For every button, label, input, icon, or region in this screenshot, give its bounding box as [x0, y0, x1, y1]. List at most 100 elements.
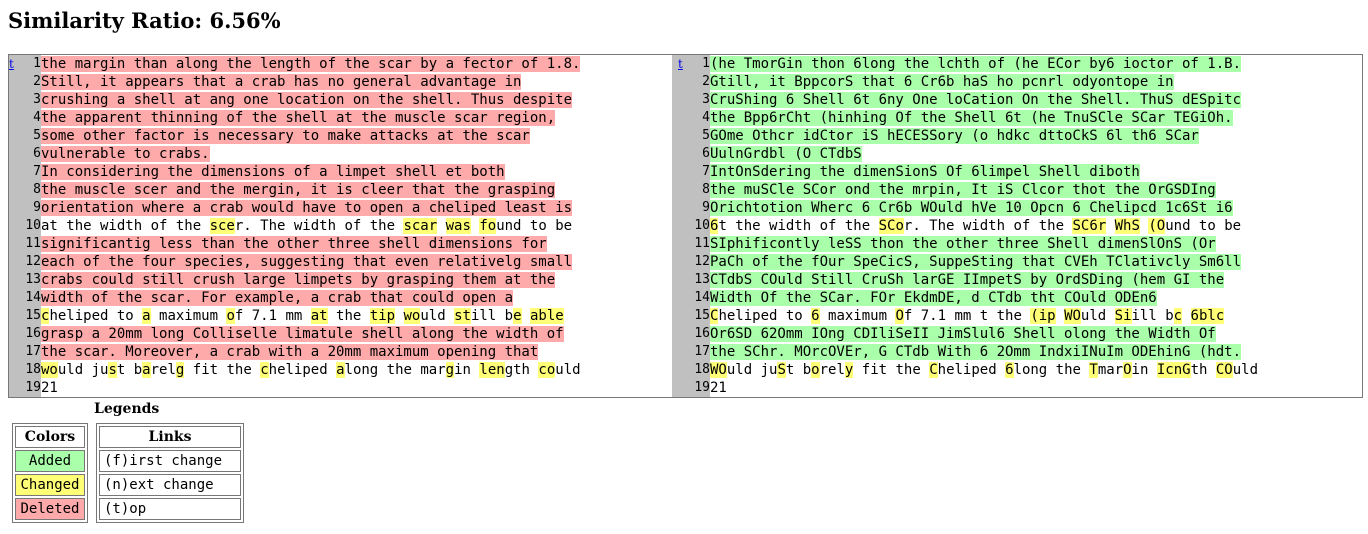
left-line-text: the scar. Moreover, a crab with a 20mm m… — [41, 343, 672, 361]
diff-segment: the SChr. MOrcOVEr, G CTdb With 6 2Omm I… — [710, 344, 1242, 360]
diff-row: 4 the apparent thinning of the shell at t… — [8, 109, 1363, 127]
diff-segment — [1106, 218, 1114, 234]
diff-segment: wo — [41, 362, 58, 378]
diff-segment: 6blc — [1190, 308, 1225, 324]
right-line-number: 19 — [692, 379, 710, 398]
right-line-number: 8 — [692, 181, 710, 199]
right-nav-cell — [678, 217, 692, 235]
left-line-text: Still, it appears that a crab has no gen… — [41, 73, 672, 91]
diff-segment: t the width of the — [718, 218, 879, 234]
diff-segment: heliped to — [718, 308, 812, 324]
diff-segment: uld — [555, 362, 581, 378]
diff-segment: mar — [1097, 362, 1124, 378]
right-line-number: 18 — [692, 361, 710, 379]
left-nav-cell — [8, 199, 23, 217]
diff-segment — [437, 218, 445, 234]
left-nav-cell — [8, 361, 23, 379]
legend-next-change: (n)ext change — [99, 474, 241, 496]
diff-segment — [522, 308, 530, 324]
diff-segment: long the — [1013, 362, 1090, 378]
diff-segment: g — [445, 362, 455, 378]
left-line-text: crushing a shell at ang one location on … — [41, 91, 672, 109]
left-line-number: 19 — [23, 379, 41, 398]
diff-segment: GOme Othcr idCtor iS hECESSory (o hdkc d… — [710, 128, 1199, 144]
right-nav-cell — [678, 325, 692, 343]
legend-top: (t)op — [99, 498, 241, 520]
diff-segment: the — [327, 308, 370, 324]
diff-segment: o — [811, 362, 820, 378]
diff-segment: und to be — [1165, 218, 1242, 234]
right-line-text: (he TmorGin thon 6long the lchth of (he … — [710, 55, 1363, 74]
diff-segment: s — [108, 362, 117, 378]
left-line-number: 4 — [23, 109, 41, 127]
diff-segment: rel — [150, 362, 176, 378]
diff-segment: (ip — [1030, 308, 1056, 324]
left-line-number: 16 — [23, 325, 41, 343]
left-nav-cell — [8, 379, 23, 398]
left-line-text: would just barelg fit the cheliped along… — [41, 361, 672, 379]
diff-segment: sce — [209, 218, 235, 234]
diff-segment: heliped to — [49, 308, 143, 324]
diff-segment: fit the — [853, 362, 930, 378]
diff-segment: Or6SD 62Omm IOng CDIliSeII JimSlul6 Shel… — [710, 326, 1216, 342]
diff-row: 5 some other factor is necessary to make … — [8, 127, 1363, 145]
diff-segment: r. The width of the — [903, 218, 1073, 234]
right-line-number: 12 — [692, 253, 710, 271]
diff-segment: CruShing 6 Shell 6t 6ny One loCation On … — [710, 92, 1242, 108]
right-top-link[interactable]: t — [678, 57, 683, 71]
diff-segment: t b — [785, 362, 812, 378]
legend-deleted: Deleted — [15, 498, 85, 520]
diff-segment: significantig less than the other three … — [41, 236, 547, 252]
right-nav-cell — [678, 307, 692, 325]
diff-segment: Still, it appears that a crab has no gen… — [41, 74, 522, 90]
left-line-number: 8 — [23, 181, 41, 199]
left-nav-cell — [8, 343, 23, 361]
diff-segment: uld — [1080, 308, 1115, 324]
diff-segment: 6 — [811, 308, 820, 324]
right-nav-cell — [678, 361, 692, 379]
left-line-number: 10 — [23, 217, 41, 235]
diff-segment: c — [260, 362, 269, 378]
right-line-text: CruShing 6 Shell 6t 6ny One loCation On … — [710, 91, 1363, 109]
left-top-link[interactable]: t — [9, 57, 14, 71]
left-line-text: some other factor is necessary to make a… — [41, 127, 672, 145]
diff-segment: uld ju — [726, 362, 778, 378]
diff-segment: vulnerable to crabs. — [41, 146, 210, 162]
diff-segment: each of the four species, suggesting tha… — [41, 254, 573, 270]
diff-segment: a — [336, 362, 345, 378]
diff-segment: ill b — [470, 308, 514, 324]
left-line-text: the apparent thinning of the shell at th… — [41, 109, 672, 127]
left-nav-cell — [8, 235, 23, 253]
diff-segment — [1056, 308, 1064, 324]
right-line-text: CTdbS COuld Still CruSh larGE IImpetS by… — [710, 271, 1363, 289]
diff-segment: 21 — [41, 380, 58, 396]
diff-segment: t b — [116, 362, 143, 378]
diff-segment: rel — [819, 362, 845, 378]
diff-segment: in — [1131, 362, 1157, 378]
diff-row: 15 cheliped to a maximum of 7.1 mm at the… — [8, 307, 1363, 325]
diff-segment: IcnG — [1156, 362, 1191, 378]
right-line-number: 10 — [692, 217, 710, 235]
left-nav-cell — [8, 109, 23, 127]
left-line-number: 5 — [23, 127, 41, 145]
diff-segment: uld — [1232, 362, 1259, 378]
diff-segment: und to be — [496, 218, 573, 234]
legend-links-header: Links — [99, 426, 241, 448]
diff-segment: WhS — [1114, 218, 1140, 234]
diff-row: 19 21 19 21 — [8, 379, 1363, 398]
diff-segment: orientation where a crab would have to o… — [41, 200, 573, 216]
left-nav-cell — [8, 73, 23, 91]
left-line-number: 12 — [23, 253, 41, 271]
right-line-text: 6t the width of the SCor. The width of t… — [710, 217, 1363, 235]
right-line-number: 15 — [692, 307, 710, 325]
right-line-number: 13 — [692, 271, 710, 289]
diff-segment: Gtill, it BppcorS that 6 Cr6b haS ho pcn… — [710, 74, 1174, 90]
right-line-text: the Bpp6rCht (hinhing Of the Shell 6t (h… — [710, 109, 1363, 127]
left-line-number: 7 — [23, 163, 41, 181]
left-line-text: In considering the dimensions of a limpe… — [41, 163, 672, 181]
left-line-text: orientation where a crab would have to o… — [41, 199, 672, 217]
diff-segment: a — [142, 308, 151, 324]
diff-segment: uld ju — [57, 362, 109, 378]
diff-segment: the muscle scer and the mergin, it is cl… — [41, 182, 556, 198]
left-nav-cell — [8, 289, 23, 307]
